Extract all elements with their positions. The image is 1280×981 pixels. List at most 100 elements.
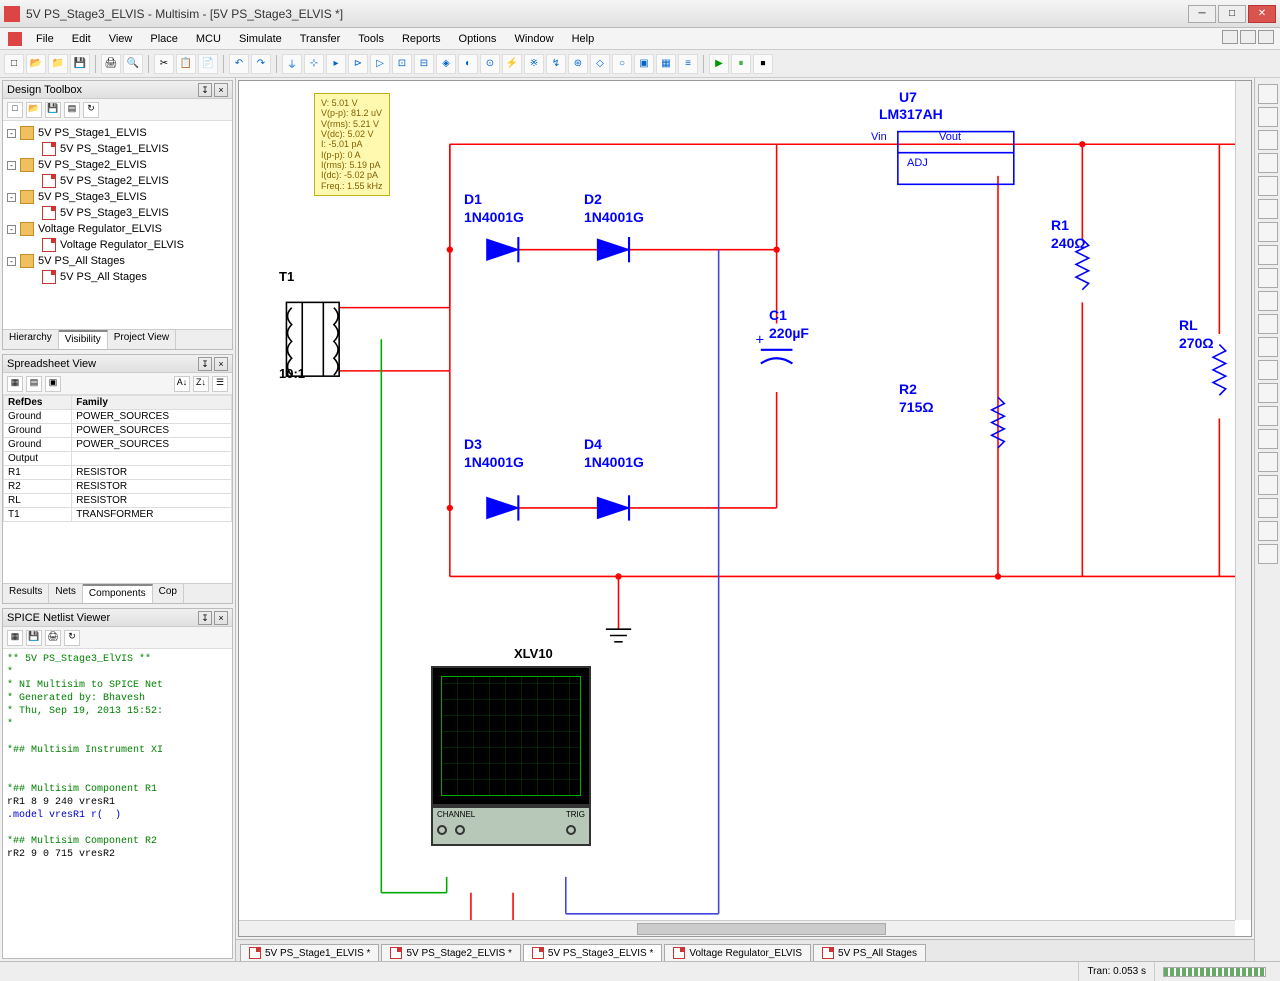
nl-btn1[interactable]: ▦ [7,630,23,646]
pause-button[interactable]: ⏸ [731,54,751,74]
spreadsheet-table[interactable]: RefDes Family GroundPOWER_SOURCESGroundP… [3,395,232,583]
open-design-button[interactable]: 📂 [26,102,42,118]
print-preview-button[interactable]: 🔍 [123,54,143,74]
menu-window[interactable]: Window [506,31,561,47]
tree-item[interactable]: -5V PS_Stage1_ELVIS [7,125,228,141]
inst-wordgen[interactable] [1258,245,1278,265]
nl-btn3[interactable]: 🖨 [45,630,61,646]
comp-ind-button[interactable]: ⊙ [480,54,500,74]
pane-close-button[interactable]: × [214,357,228,371]
inst-multimeter[interactable] [1258,84,1278,104]
tree-item[interactable]: -Voltage Regulator_ELVIS [7,221,228,237]
menu-options[interactable]: Options [451,31,505,47]
inst-curr-probe[interactable] [1258,544,1278,564]
open-button[interactable]: 📂 [26,54,46,74]
ss-btn2[interactable]: ▤ [26,376,42,392]
tree-item[interactable]: -5V PS_All Stages [7,253,228,269]
nl-btn2[interactable]: 💾 [26,630,42,646]
netlist-text[interactable]: ** 5V PS_Stage3_ElVIS **** NI Multisim t… [3,649,232,958]
table-row[interactable]: Output [4,452,232,466]
mdi-restore[interactable] [1240,30,1256,44]
pane-pin-button[interactable]: ↧ [198,357,212,371]
comp-conn-button[interactable]: ○ [612,54,632,74]
tree-item[interactable]: -5V PS_Stage3_ELVIS [7,189,228,205]
comp-misc2-button[interactable]: ※ [524,54,544,74]
stop-button[interactable]: ⏹ [753,54,773,74]
table-row[interactable]: R2RESISTOR [4,480,232,494]
inst-funcgen[interactable] [1258,107,1278,127]
comp-mixed-button[interactable]: ◐ [458,54,478,74]
inst-tek-scope[interactable] [1258,475,1278,495]
menu-file[interactable]: File [28,31,62,47]
inst-logic-ana[interactable] [1258,268,1278,288]
comp-ni-button[interactable]: ◇ [590,54,610,74]
save-button[interactable]: 💾 [70,54,90,74]
undo-button[interactable]: ↶ [229,54,249,74]
pane-pin-button[interactable]: ↧ [198,611,212,625]
open-samples-button[interactable]: 📁 [48,54,68,74]
comp-basic-button[interactable]: ⊹ [304,54,324,74]
col-refdes[interactable]: RefDes [4,396,72,410]
inst-wattmeter[interactable] [1258,130,1278,150]
col-family[interactable]: Family [72,396,232,410]
comp-src-button[interactable]: ⏚ [282,54,302,74]
comp-bus-button[interactable]: ≡ [678,54,698,74]
document-tab[interactable]: 5V PS_Stage2_ELVIS * [381,944,520,961]
nl-btn4[interactable]: ↻ [64,630,80,646]
inst-iv[interactable] [1258,314,1278,334]
tree-item[interactable]: 5V PS_All Stages [7,269,228,285]
tab-projectview[interactable]: Project View [108,330,176,349]
copy-button[interactable]: 📋 [176,54,196,74]
table-row[interactable]: GroundPOWER_SOURCES [4,424,232,438]
menu-help[interactable]: Help [564,31,603,47]
tab-hierarchy[interactable]: Hierarchy [3,330,59,349]
comp-misc-button[interactable]: ◈ [436,54,456,74]
run-button[interactable]: ▶ [709,54,729,74]
inst-scope[interactable] [1258,153,1278,173]
tree-item[interactable]: 5V PS_Stage3_ELVIS [7,205,228,221]
scope-ch-b[interactable] [455,825,465,835]
comp-analog-button[interactable]: ▷ [370,54,390,74]
inst-4ch-scope[interactable] [1258,176,1278,196]
comp-power-button[interactable]: ⚡ [502,54,522,74]
ss-btn3[interactable]: ▣ [45,376,61,392]
inst-freq[interactable] [1258,222,1278,242]
menu-reports[interactable]: Reports [394,31,449,47]
inst-agilent-scope[interactable] [1258,452,1278,472]
comp-cmos-button[interactable]: ⊟ [414,54,434,74]
tree-item[interactable]: -5V PS_Stage2_ELVIS [7,157,228,173]
inst-dist[interactable] [1258,337,1278,357]
menu-place[interactable]: Place [142,31,186,47]
tab-visibility[interactable]: Visibility [59,330,108,349]
menu-view[interactable]: View [101,31,141,47]
tab-results[interactable]: Results [3,584,49,603]
document-tab[interactable]: Voltage Regulator_ELVIS [664,944,811,961]
comp-trans-button[interactable]: ⊳ [348,54,368,74]
table-row[interactable]: RLRESISTOR [4,494,232,508]
ss-btn1[interactable]: ▦ [7,376,23,392]
print-button[interactable]: 🖨 [101,54,121,74]
scope-ch-a[interactable] [437,825,447,835]
save-design-button[interactable]: 💾 [45,102,61,118]
canvas-vscroll[interactable] [1235,81,1251,920]
menu-simulate[interactable]: Simulate [231,31,290,47]
tab-components[interactable]: Components [83,584,153,603]
comp-hier-button[interactable]: ▦ [656,54,676,74]
table-row[interactable]: T1TRANSFORMER [4,508,232,522]
tree-item[interactable]: 5V PS_Stage1_ELVIS [7,141,228,157]
comp-elmech-button[interactable]: ⊛ [568,54,588,74]
document-tab[interactable]: 5V PS_All Stages [813,944,926,961]
menu-edit[interactable]: Edit [64,31,99,47]
pane-close-button[interactable]: × [214,83,228,97]
canvas-hscroll[interactable] [239,920,1235,936]
ss-sort-desc[interactable]: Z↓ [193,376,209,392]
document-tab[interactable]: 5V PS_Stage1_ELVIS * [240,944,379,961]
design-tree[interactable]: -5V PS_Stage1_ELVIS5V PS_Stage1_ELVIS-5V… [3,121,232,329]
scope-instrument[interactable]: CHANNEL TRIG [431,666,591,846]
close-button[interactable]: ✕ [1248,5,1276,23]
table-row[interactable]: R1RESISTOR [4,466,232,480]
redo-button[interactable]: ↷ [251,54,271,74]
inst-agilent-mm[interactable] [1258,429,1278,449]
inst-elvis[interactable] [1258,521,1278,541]
document-tab[interactable]: 5V PS_Stage3_ELVIS * [523,944,662,961]
